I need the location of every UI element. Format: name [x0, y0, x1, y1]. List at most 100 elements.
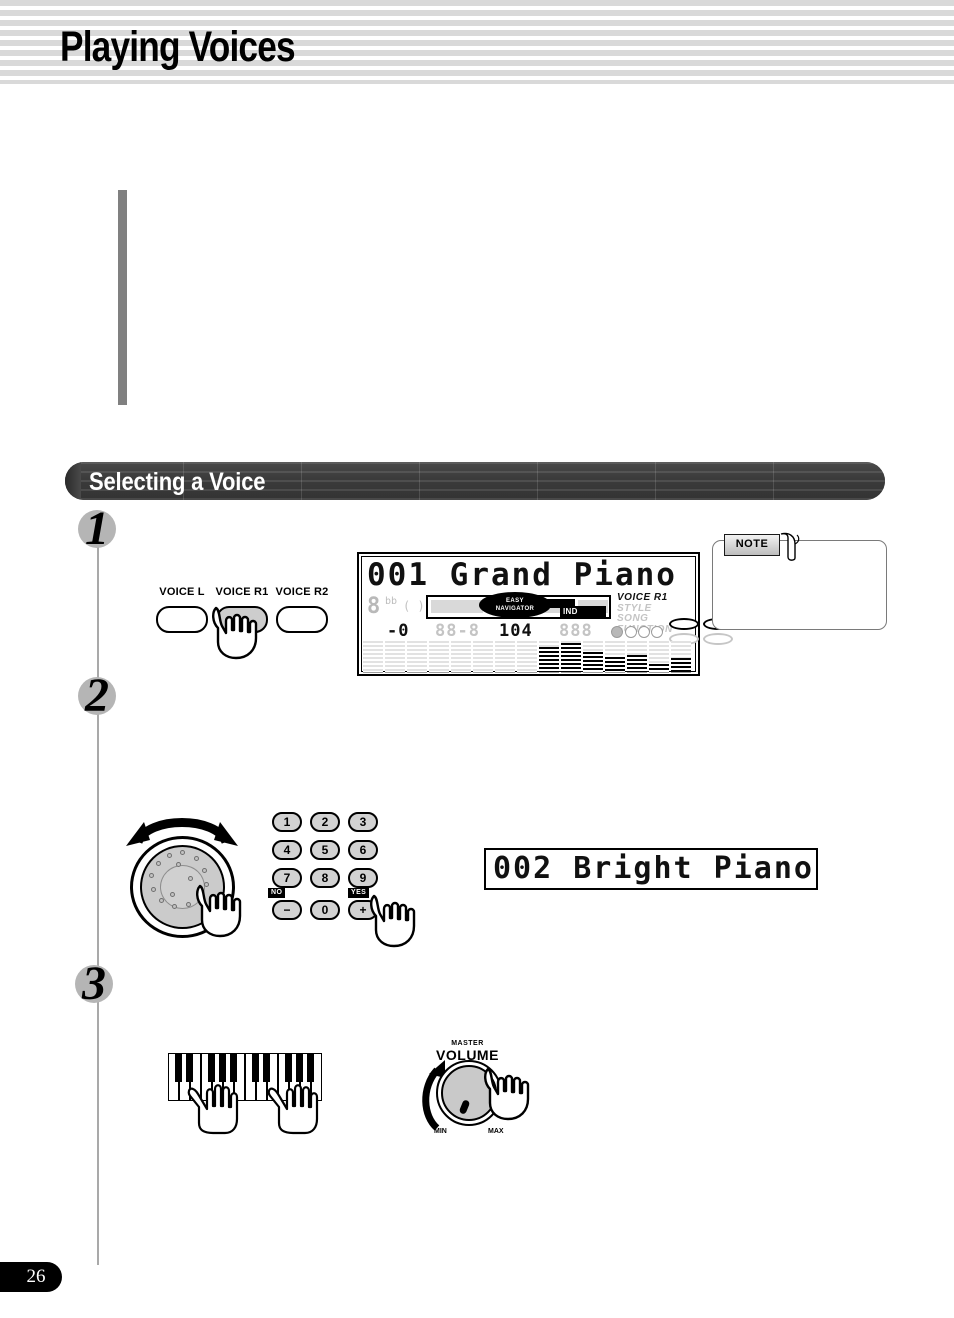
- lcd-voice-name: 001 Grand Piano: [367, 557, 677, 593]
- lcd-chord-paren: ( ): [403, 599, 425, 613]
- key-7[interactable]: 7: [272, 868, 302, 888]
- lcd-beat-value: 888: [559, 621, 593, 641]
- dial-dimple: [188, 876, 193, 881]
- key-0[interactable]: 0: [310, 900, 340, 920]
- lcd-beat-dot: [651, 626, 663, 638]
- lcd-bar-track: [517, 641, 537, 673]
- section-header-cap: [65, 462, 81, 500]
- voice-r2-cap: [276, 606, 328, 633]
- black-key: [296, 1053, 303, 1082]
- dial-dimple: [198, 894, 203, 899]
- lcd-ind-label: IND: [563, 607, 578, 616]
- lcd-chord-accidental: bb: [385, 596, 398, 607]
- page-title: Playing Voices: [60, 23, 296, 71]
- voice-r2-label: VOICE R2: [275, 586, 329, 598]
- key-minus[interactable]: −: [272, 900, 302, 920]
- lcd-ind-badge: IND: [560, 606, 606, 618]
- key-3[interactable]: 3: [348, 812, 378, 832]
- volume-min-label: MIN: [434, 1128, 447, 1135]
- lcd-bar-level: [539, 647, 559, 672]
- lcd-bar-level: [561, 643, 581, 672]
- voice-r2-button[interactable]: VOICE R2: [276, 586, 328, 633]
- black-key: [263, 1053, 270, 1082]
- lcd-bar-track: [451, 641, 471, 673]
- key-label: 3: [359, 815, 367, 829]
- key-1[interactable]: 1: [272, 812, 302, 832]
- key-6[interactable]: 6: [348, 840, 378, 860]
- master-volume-knob[interactable]: MIN MAX: [415, 1040, 520, 1140]
- dial-dimple: [149, 873, 154, 878]
- lcd-chord-root: 8: [367, 594, 381, 619]
- lcd-tempo-value: 88-8: [435, 621, 480, 641]
- step-rail: [97, 525, 99, 1265]
- lcd-secondary-voice-name: 002 Bright Piano: [493, 851, 814, 886]
- step-number-1: 1: [74, 502, 120, 555]
- numeric-keypad: 1 2 3 4 5 6 7 8 9 NO YES − 0 +: [268, 812, 382, 922]
- piano-keyboard-illustration: [168, 1053, 325, 1101]
- lcd-transpose-value: -0: [387, 621, 410, 641]
- key-9[interactable]: 9: [348, 868, 378, 888]
- lcd-bar-track: [385, 641, 405, 673]
- dial-dimple: [159, 898, 164, 903]
- key-label: 0: [321, 903, 329, 917]
- intro-paragraph-marker: [118, 190, 127, 405]
- lcd-bar-track: [407, 641, 427, 673]
- voice-l-cap: [156, 606, 208, 633]
- voice-l-button[interactable]: VOICE L: [156, 586, 208, 633]
- lcd-main-display: 001 Grand Piano 8 bb ( ) IND EASY NAVIGA…: [357, 552, 733, 676]
- no-badge: NO: [268, 888, 286, 898]
- black-key: [252, 1053, 259, 1082]
- dial-dimple: [176, 862, 181, 867]
- dial-dimple: [156, 861, 161, 866]
- step-glyph: 3: [82, 957, 106, 1010]
- lcd-beat-dot: [625, 626, 637, 638]
- lcd-bar-level: [671, 658, 691, 672]
- page-number: 26: [26, 1266, 46, 1287]
- section-title: Selecting a Voice: [89, 468, 266, 496]
- black-key: [285, 1053, 292, 1082]
- key-4[interactable]: 4: [272, 840, 302, 860]
- black-key: [307, 1053, 314, 1082]
- dial-dimple: [167, 853, 172, 858]
- lcd-beat-dot: [638, 626, 650, 638]
- key-label: 4: [283, 843, 291, 857]
- voice-r1-button[interactable]: VOICE R1: [216, 586, 268, 633]
- lcd-track-oval: [669, 618, 699, 630]
- data-dial[interactable]: [130, 836, 235, 938]
- dial-dimple: [172, 904, 177, 909]
- lcd-beat-dots: [611, 626, 667, 639]
- dial-dimple: [170, 892, 175, 897]
- black-key: [186, 1053, 193, 1082]
- key-5[interactable]: 5: [310, 840, 340, 860]
- step-glyph: 1: [85, 502, 109, 555]
- dial-dimple: [151, 887, 156, 892]
- easy-navigator-badge: EASY NAVIGATOR: [479, 592, 551, 618]
- volume-knob-face: [441, 1065, 497, 1121]
- key-8[interactable]: 8: [310, 868, 340, 888]
- key-label: 9: [359, 871, 367, 885]
- lcd-bar-level: [627, 655, 647, 672]
- key-label: 5: [321, 843, 329, 857]
- voice-r1-cap: [216, 606, 268, 633]
- key-label: 8: [321, 871, 329, 885]
- lcd-track-oval: [703, 633, 733, 645]
- step-number-3: 3: [71, 957, 117, 1010]
- key-label: 6: [359, 843, 367, 857]
- black-key: [208, 1053, 215, 1082]
- key-plus[interactable]: +: [348, 900, 378, 920]
- page-header-band: Playing Voices: [0, 0, 954, 84]
- key-label: 2: [321, 815, 329, 829]
- easy-navigator-line1: EASY: [506, 598, 524, 604]
- key-label: 1: [283, 815, 291, 829]
- key-label: −: [283, 903, 291, 917]
- step-glyph: 2: [85, 669, 109, 722]
- volume-max-label: MAX: [488, 1128, 504, 1135]
- dial-dimple: [202, 868, 207, 873]
- lcd-mode-voice: VOICE: [617, 592, 651, 603]
- black-key: [219, 1053, 226, 1082]
- note-curl-icon: [779, 530, 801, 562]
- lcd-beat-dot: [611, 626, 623, 638]
- key-2[interactable]: 2: [310, 812, 340, 832]
- lcd-bar-level: [649, 664, 669, 672]
- lcd-mode-part: R1: [653, 592, 668, 603]
